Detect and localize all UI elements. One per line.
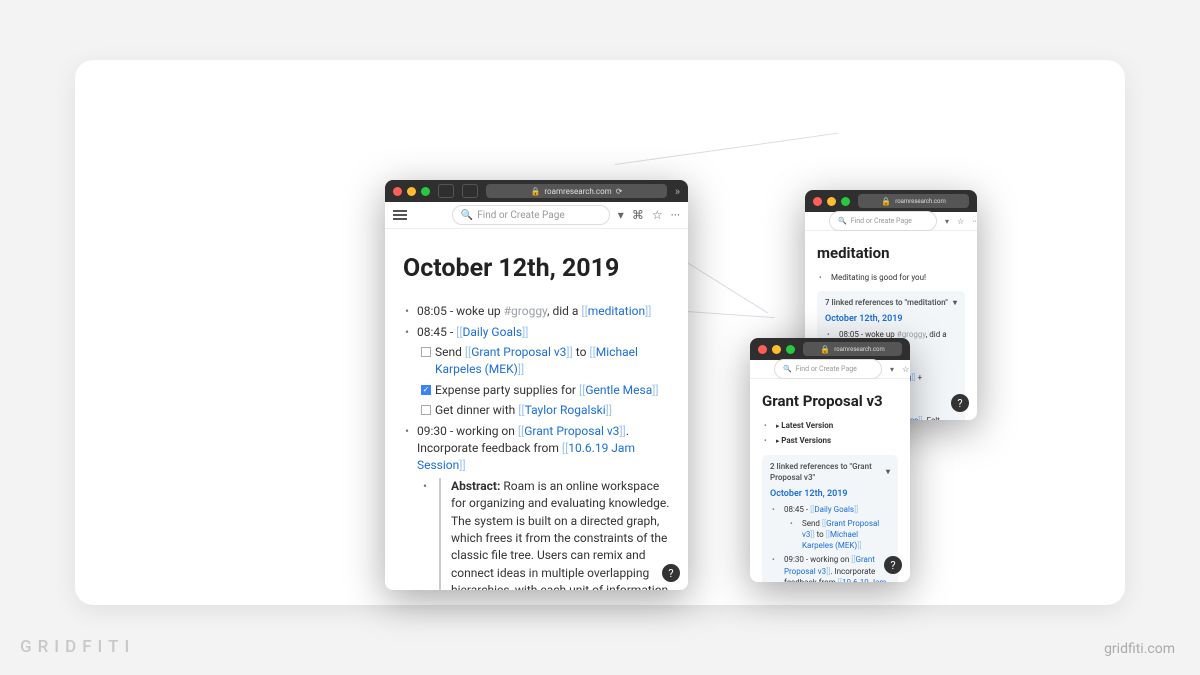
filter-icon[interactable]: ▾ (618, 208, 624, 222)
lock-icon: 🔒 (881, 197, 891, 206)
nav-fwd-button[interactable] (462, 184, 478, 198)
minimize-icon[interactable] (407, 187, 416, 196)
tag-link[interactable]: #groggy (504, 304, 547, 318)
traffic-lights[interactable] (758, 345, 795, 354)
more-icon[interactable]: ··· (671, 208, 680, 222)
url-bar[interactable]: 🔒 roamresearch.com (803, 342, 902, 356)
brand-logo: GRIDFITI (20, 637, 135, 657)
search-input[interactable]: 🔍 Find or Create Page (452, 205, 610, 225)
star-icon[interactable]: ☆ (957, 217, 964, 226)
block[interactable]: 08:05 - woke up #groggy, did a [[meditat… (403, 303, 670, 320)
help-button[interactable]: ? (884, 556, 902, 574)
block[interactable]: Abstract: Roam is an online workspace fo… (421, 478, 670, 590)
page-body: October 12th, 2019 08:05 - woke up #grog… (385, 229, 688, 590)
linked-refs: 2 linked references to "Grant Proposal v… (762, 455, 898, 582)
connector-line (615, 133, 838, 165)
page-title: October 12th, 2019 (403, 251, 670, 287)
filter-icon[interactable]: ▾ (890, 365, 894, 374)
maximize-icon[interactable] (786, 345, 795, 354)
close-icon[interactable] (393, 187, 402, 196)
reload-icon[interactable]: ⟳ (616, 187, 623, 196)
more-icon[interactable]: ··· (972, 217, 977, 226)
block[interactable]: 09:30 - working on [[Grant Proposal v3]]… (770, 554, 890, 582)
titlebar: 🔒 roamresearch.com ⟳ » (385, 180, 688, 202)
page-link[interactable]: [[Gentle Mesa]] (579, 383, 659, 397)
window-grant-proposal: 🔒 roamresearch.com 🔍 Find or Create Page… (750, 338, 910, 582)
page-link[interactable]: [[Daily Goals]] (456, 325, 528, 339)
block[interactable]: 08:45 - [[Daily Goals]] Send [[Grant Pro… (770, 504, 890, 552)
page-link[interactable]: [[Taylor Rogalski]] (518, 403, 612, 417)
page-title: Grant Proposal v3 (762, 391, 898, 412)
graph-icon[interactable]: ⌘ (632, 208, 644, 222)
todo-item[interactable]: Get dinner with [[Taylor Rogalski]] (421, 402, 670, 419)
block[interactable]: 09:30 - working on [[Grant Proposal v3]]… (403, 423, 670, 590)
url-bar[interactable]: 🔒 roamresearch.com (858, 194, 969, 208)
abstract-label: Abstract: (451, 479, 500, 493)
block[interactable]: ▸ Latest Version (762, 420, 898, 432)
minimize-icon[interactable] (772, 345, 781, 354)
block[interactable]: ▸ Past Versions (762, 435, 898, 447)
minimize-icon[interactable] (827, 197, 836, 206)
todo-item-done[interactable]: Expense party supplies for [[Gentle Mesa… (421, 382, 670, 399)
search-input[interactable]: 🔍 Find or Create Page (829, 211, 937, 231)
app-toolbar: 🔍 Find or Create Page ▾ ☆ ··· (750, 360, 910, 379)
ref-day-link[interactable]: October 12th, 2019 (770, 488, 890, 501)
abstract-body: Roam is an online workspace for organizi… (451, 479, 669, 590)
url-bar[interactable]: 🔒 roamresearch.com ⟳ (486, 184, 667, 198)
refs-header: 2 linked references to "Grant Proposal v… (770, 461, 886, 483)
star-icon[interactable]: ☆ (902, 365, 909, 374)
filter-icon[interactable]: ▾ (953, 297, 957, 308)
star-icon[interactable]: ☆ (652, 208, 663, 222)
filter-icon[interactable]: ▾ (886, 466, 890, 477)
traffic-lights[interactable] (813, 197, 850, 206)
page-link[interactable]: [[Grant Proposal v3]] (518, 424, 626, 438)
menu-icon[interactable] (393, 210, 407, 220)
titlebar: 🔒 roamresearch.com (805, 190, 977, 212)
brand-url: gridfiti.com (1104, 641, 1175, 657)
nav-back-button[interactable] (438, 184, 454, 198)
ref-day-link[interactable]: October 12th, 2019 (825, 313, 957, 326)
search-icon: 🔍 (838, 217, 847, 225)
block[interactable]: 08:45 - [[Daily Goals]] Send [[Grant Pro… (403, 324, 670, 420)
refs-header: 7 linked references to "meditation" (825, 297, 948, 308)
titlebar: 🔒 roamresearch.com (750, 338, 910, 360)
lock-icon: 🔒 (530, 187, 540, 196)
search-input[interactable]: 🔍 Find or Create Page (774, 359, 882, 379)
block[interactable]: Meditating is good for you! (817, 272, 965, 283)
help-button[interactable]: ? (951, 394, 969, 412)
url-text: roamresearch.com (834, 346, 884, 353)
lock-icon: 🔒 (820, 345, 830, 354)
block[interactable]: Send [[Grant Proposal v3]] to [[Michael … (788, 518, 890, 552)
abstract-block: Abstract: Roam is an online workspace fo… (439, 478, 670, 590)
page-link[interactable]: [[meditation]] (581, 304, 651, 318)
maximize-icon[interactable] (841, 197, 850, 206)
filter-icon[interactable]: ▾ (945, 217, 949, 226)
page-title: meditation (817, 243, 965, 264)
page-link[interactable]: [[Grant Proposal v3]] (465, 345, 573, 359)
window-daily-note: 🔒 roamresearch.com ⟳ » 🔍 Find or Create … (385, 180, 688, 590)
close-icon[interactable] (813, 197, 822, 206)
help-button[interactable]: ? (662, 564, 680, 582)
app-toolbar: 🔍 Find or Create Page ▾ ☆ ··· (805, 212, 977, 231)
url-text: roamresearch.com (895, 198, 945, 205)
close-icon[interactable] (758, 345, 767, 354)
search-icon: 🔍 (783, 365, 792, 373)
search-icon: 🔍 (461, 210, 473, 221)
todo-item[interactable]: Send [[Grant Proposal v3]] to [[Michael … (421, 344, 670, 379)
showcase-card: 🔒 roamresearch.com ⟳ » 🔍 Find or Create … (75, 60, 1125, 605)
traffic-lights[interactable] (393, 187, 430, 196)
page-body: Grant Proposal v3 ▸ Latest Version ▸ Pas… (750, 379, 910, 582)
app-toolbar: 🔍 Find or Create Page ▾ ⌘ ☆ ··· (385, 202, 688, 229)
overflow-icon[interactable]: » (675, 185, 680, 198)
url-text: roamresearch.com (544, 187, 611, 196)
maximize-icon[interactable] (421, 187, 430, 196)
search-placeholder: Find or Create Page (477, 210, 564, 221)
